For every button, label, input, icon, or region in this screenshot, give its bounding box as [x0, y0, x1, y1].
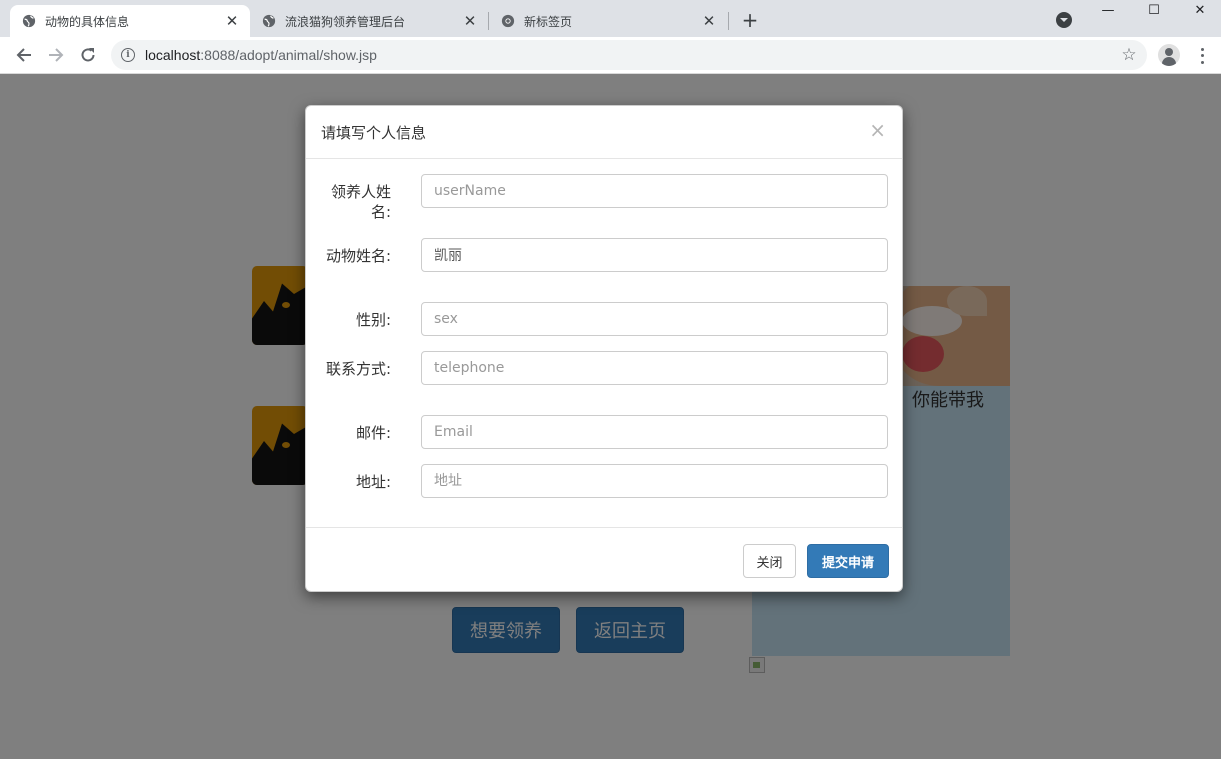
minimize-button[interactable]: —	[1085, 0, 1131, 20]
sex-label: 性别:	[355, 311, 391, 329]
tab-title: 流浪猫狗领养管理后台	[285, 14, 406, 29]
tab-admin[interactable]: 流浪猫狗领养管理后台 ✕	[250, 5, 488, 37]
tab-strip: 动物的具体信息 ✕ 流浪猫狗领养管理后台 ✕ 新标签页 ✕ + — ☐ ✕	[0, 0, 1221, 37]
url-text: localhost:8088/adopt/animal/show.jsp	[145, 47, 377, 63]
window-close-button[interactable]: ✕	[1177, 0, 1221, 20]
address-label: 地址:	[355, 473, 391, 491]
sex-input[interactable]	[421, 302, 888, 336]
profile-avatar-icon[interactable]	[1158, 44, 1180, 66]
globe-icon	[22, 14, 36, 28]
modal-footer: 关闭 提交申请	[306, 527, 902, 592]
browser-menu-icon[interactable]	[1194, 46, 1210, 66]
adopter-name-input[interactable]	[421, 174, 888, 208]
email-input[interactable]	[421, 415, 888, 449]
address-input[interactable]	[421, 464, 888, 498]
arrow-left-icon	[16, 48, 31, 62]
maximize-button[interactable]: ☐	[1131, 0, 1177, 20]
close-icon[interactable]: ✕	[701, 12, 717, 30]
tab-title: 新标签页	[524, 14, 573, 29]
modal-title: 请填写个人信息	[321, 124, 427, 142]
close-button[interactable]: 关闭	[743, 544, 796, 578]
tab-title: 动物的具体信息	[45, 14, 130, 29]
bookmark-star-icon[interactable]: ☆	[1119, 45, 1139, 65]
tab-animal-info[interactable]: 动物的具体信息 ✕	[10, 5, 250, 37]
animal-name-label: 动物姓名:	[325, 247, 391, 265]
tab-search-icon[interactable]	[1056, 12, 1072, 28]
back-button[interactable]	[12, 43, 36, 67]
email-label: 邮件:	[355, 424, 391, 442]
globe-icon	[262, 14, 276, 28]
info-icon[interactable]: i	[121, 48, 135, 62]
animal-name-input[interactable]	[421, 238, 888, 272]
new-tab-button[interactable]: +	[739, 8, 761, 32]
modal-header: 请填写个人信息 ×	[306, 106, 902, 159]
telephone-input[interactable]	[421, 351, 888, 385]
personal-info-modal: 请填写个人信息 × 领养人姓名: 动物姓名: 性别: 联系方式: 邮件: 地址:…	[305, 105, 903, 592]
forward-button[interactable]	[44, 43, 68, 67]
reload-icon	[81, 48, 95, 62]
close-icon[interactable]: ✕	[224, 12, 240, 30]
submit-application-button[interactable]: 提交申请	[807, 544, 889, 578]
tab-new-tab-page[interactable]: 新标签页 ✕	[489, 5, 727, 37]
close-icon[interactable]: ✕	[462, 12, 478, 30]
close-icon[interactable]: ×	[869, 120, 886, 140]
arrow-right-icon	[49, 48, 64, 62]
telephone-label: 联系方式:	[325, 360, 391, 378]
reload-button[interactable]	[76, 43, 100, 67]
browser-toolbar: i localhost:8088/adopt/animal/show.jsp ☆	[0, 37, 1221, 74]
address-bar[interactable]: i localhost:8088/adopt/animal/show.jsp ☆	[111, 40, 1147, 70]
tab-separator	[728, 12, 729, 30]
chrome-icon	[501, 14, 515, 28]
adopter-name-label: 领养人姓名:	[330, 183, 391, 221]
